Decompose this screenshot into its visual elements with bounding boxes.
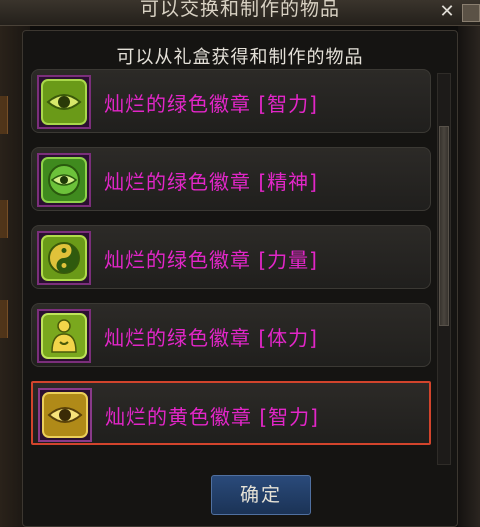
item-label: 灿烂的黄色徽章 [智力]: [105, 405, 319, 429]
eye-circle-emblem-icon: [37, 153, 91, 207]
list-item[interactable]: 灿烂的绿色徽章 [体力]: [31, 303, 431, 367]
window-title: 可以交换和制作的物品: [139, 0, 340, 20]
close-icon[interactable]: ✕: [436, 2, 458, 22]
item-label: 灿烂的绿色徽章 [精神]: [104, 170, 318, 194]
figure-emblem-icon: [37, 309, 91, 363]
scrollbar-thumb[interactable]: [439, 126, 449, 326]
list-item[interactable]: 灿烂的绿色徽章 [智力]: [31, 69, 431, 133]
dialog-subtitle: 可以从礼盒获得和制作的物品: [116, 47, 364, 68]
background-fragment: [0, 96, 8, 134]
background-fragment: [0, 200, 8, 238]
item-dialog: 可以从礼盒获得和制作的物品 灿烂的绿色徽章 [智力] 灿烂的绿色徽章 [精神] …: [22, 30, 458, 527]
eye-emblem-icon: [37, 75, 91, 129]
corner-button[interactable]: [462, 4, 480, 22]
background-right-panel: [458, 0, 480, 527]
eye-emblem-icon: [38, 388, 92, 442]
list-item[interactable]: 灿烂的绿色徽章 [力量]: [31, 225, 431, 289]
confirm-button[interactable]: 确定: [211, 475, 311, 515]
item-label: 灿烂的绿色徽章 [力量]: [104, 248, 318, 272]
background-fragment: [0, 300, 8, 338]
yin-yang-emblem-icon: [37, 231, 91, 285]
list-item-selected[interactable]: 灿烂的黄色徽章 [智力]: [31, 381, 431, 445]
window-titlebar: 可以交换和制作的物品 ✕: [0, 0, 480, 26]
item-label: 灿烂的绿色徽章 [智力]: [104, 92, 318, 116]
list-item[interactable]: 灿烂的绿色徽章 [精神]: [31, 147, 431, 211]
item-label: 灿烂的绿色徽章 [体力]: [104, 326, 318, 350]
list-scrollbar[interactable]: [437, 73, 451, 465]
